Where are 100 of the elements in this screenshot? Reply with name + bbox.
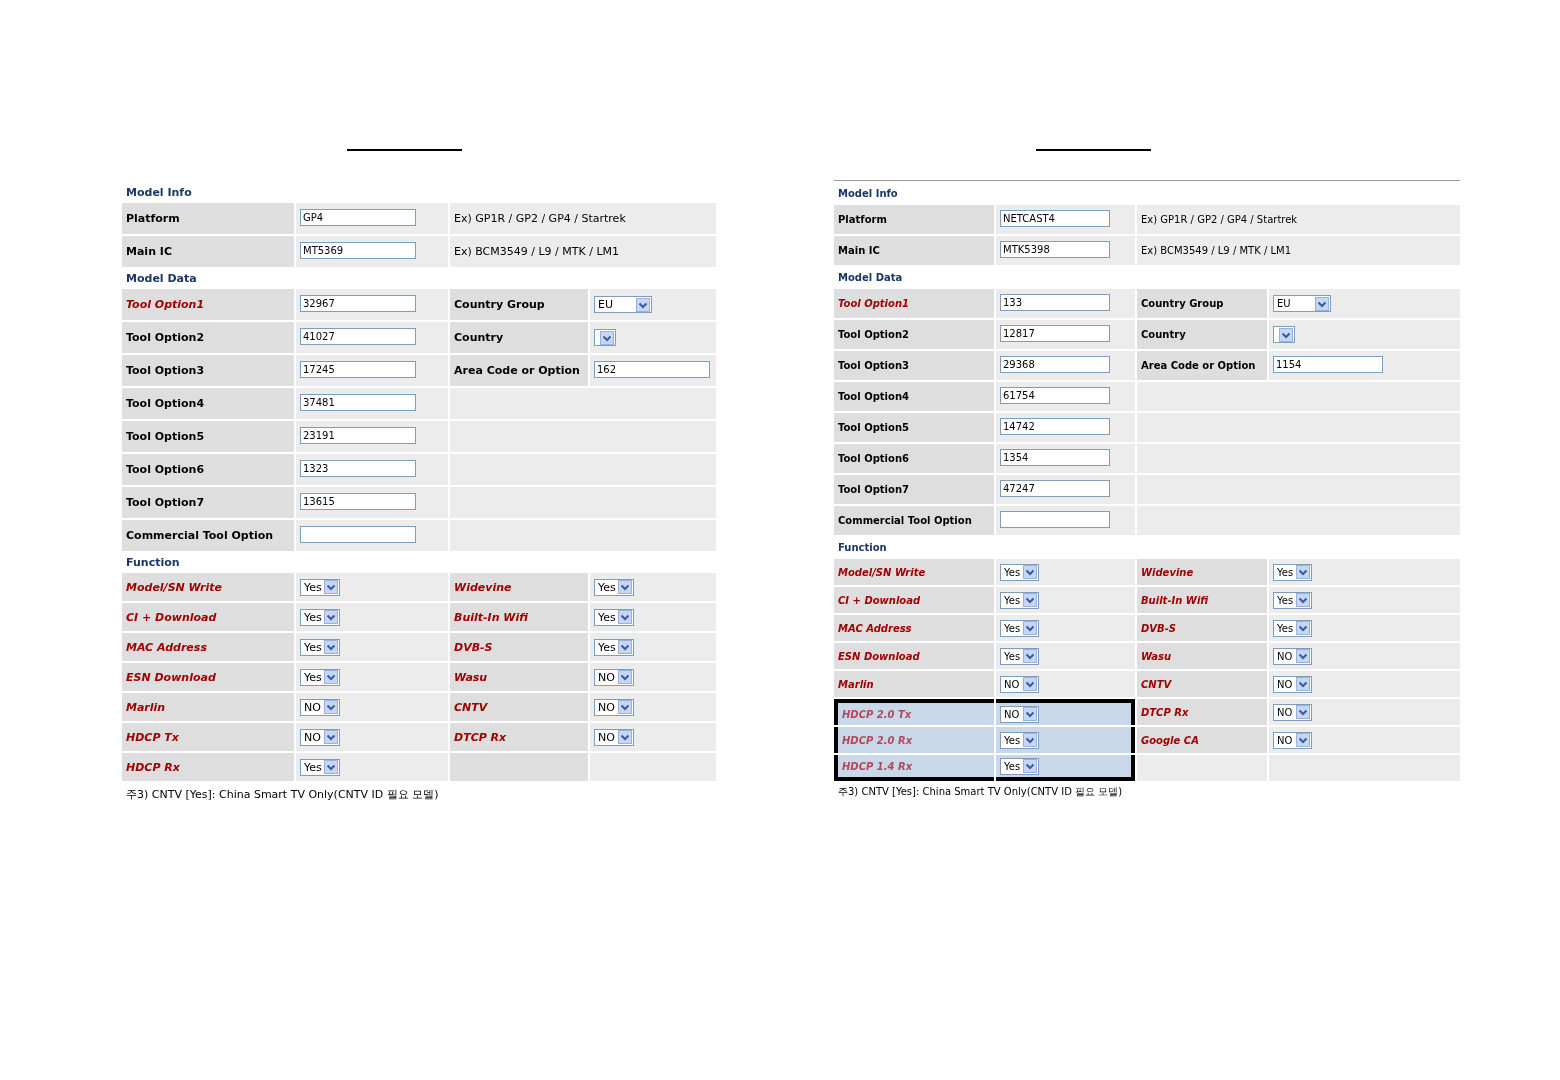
field-label: CNTV xyxy=(450,693,588,721)
dropdown-field[interactable]: NO xyxy=(1273,731,1312,749)
chevron-down-icon xyxy=(636,297,650,312)
text-field[interactable]: MT5369 xyxy=(300,242,416,259)
dropdown-field[interactable]: NO xyxy=(1273,703,1312,721)
dropdown-field[interactable]: NO xyxy=(1273,675,1312,693)
field-label: Country Group xyxy=(1137,289,1267,318)
dropdown-field[interactable]: Yes xyxy=(1273,619,1312,637)
chevron-down-icon xyxy=(324,610,338,624)
dropdown-field[interactable]: NO xyxy=(1273,647,1312,665)
dropdown-field[interactable]: NO xyxy=(1000,705,1039,723)
dropdown-field[interactable]: Yes xyxy=(1000,731,1039,749)
field-label: Area Code or Option xyxy=(1137,351,1267,380)
field-label: Tool Option6 xyxy=(122,454,294,485)
field-label: MAC Address xyxy=(834,615,994,641)
field-label: Google CA xyxy=(1137,727,1267,753)
field-label: Built-In Wifi xyxy=(450,603,588,631)
text-field[interactable]: 133 xyxy=(1000,294,1110,311)
hint-text: Ex) GP1R / GP2 / GP4 / Startrek xyxy=(454,212,626,225)
text-field[interactable] xyxy=(1000,511,1110,528)
field-label: Marlin xyxy=(834,671,994,697)
field-label: Marlin xyxy=(122,693,294,721)
dropdown-field[interactable]: Yes xyxy=(594,638,634,656)
dropdown-field[interactable]: NO xyxy=(594,728,634,746)
dropdown-field[interactable]: EU xyxy=(594,296,652,313)
chevron-down-icon xyxy=(1023,593,1037,607)
field-label: Tool Option4 xyxy=(122,388,294,419)
text-field[interactable]: NETCAST4 xyxy=(1000,210,1110,227)
text-field[interactable]: 47247 xyxy=(1000,480,1110,497)
section-heading: Model Info xyxy=(837,186,899,201)
dropdown-field[interactable]: Yes xyxy=(1000,591,1039,609)
field-label: Built-In Wifi xyxy=(1137,587,1267,613)
footnote-text: 주3) CNTV [Yes]: China Smart TV Only(CNTV ID 필요 모델) xyxy=(125,787,440,803)
field-label: Tool Option1 xyxy=(122,289,294,320)
chevron-down-icon xyxy=(1296,649,1310,663)
text-field[interactable]: 14742 xyxy=(1000,418,1110,435)
text-field[interactable]: 61754 xyxy=(1000,387,1110,404)
field-label: Platform xyxy=(122,203,294,234)
dropdown-field[interactable] xyxy=(1273,326,1295,343)
dropdown-field[interactable]: Yes xyxy=(300,578,340,596)
text-field[interactable] xyxy=(300,526,416,543)
dropdown-field[interactable]: Yes xyxy=(300,668,340,686)
dropdown-field[interactable]: Yes xyxy=(594,608,634,626)
text-field[interactable]: 162 xyxy=(594,361,710,378)
hint-text: Ex) BCM3549 / L9 / MTK / LM1 xyxy=(1141,245,1292,256)
text-field[interactable]: 41027 xyxy=(300,328,416,345)
chevron-down-icon xyxy=(1023,649,1037,663)
field-label: Tool Option2 xyxy=(122,322,294,353)
dropdown-field[interactable]: Yes xyxy=(1000,757,1039,775)
chevron-down-icon xyxy=(618,580,632,594)
text-field[interactable]: 29368 xyxy=(1000,356,1110,373)
field-label: HDCP 2.0 Tx xyxy=(834,699,994,725)
field-label: Tool Option3 xyxy=(122,355,294,386)
field-label: DTCP Rx xyxy=(450,723,588,751)
text-field[interactable]: 17245 xyxy=(300,361,416,378)
field-label: MAC Address xyxy=(122,633,294,661)
chevron-down-icon xyxy=(1296,677,1310,691)
dropdown-field[interactable]: NO xyxy=(594,668,634,686)
field-label: Tool Option2 xyxy=(834,320,994,349)
text-field[interactable]: 12817 xyxy=(1000,325,1110,342)
text-field[interactable]: 1354 xyxy=(1000,449,1110,466)
text-field[interactable]: 1323 xyxy=(300,460,416,477)
chevron-down-icon xyxy=(618,670,632,684)
field-label: DVB-S xyxy=(1137,615,1267,641)
hint-text: Ex) GP1R / GP2 / GP4 / Startrek xyxy=(1141,214,1298,225)
field-label: HDCP 2.0 Rx xyxy=(834,727,994,753)
dropdown-field[interactable]: Yes xyxy=(300,638,340,656)
field-label: Tool Option1 xyxy=(834,289,994,318)
dropdown-field[interactable]: Yes xyxy=(1000,563,1039,581)
text-field[interactable]: 13615 xyxy=(300,493,416,510)
field-label: Widevine xyxy=(450,573,588,601)
chevron-down-icon xyxy=(324,700,338,714)
hint-text: Ex) BCM3549 / L9 / MTK / LM1 xyxy=(454,245,620,258)
dropdown-field[interactable]: Yes xyxy=(300,608,340,626)
field-label: Tool Option7 xyxy=(834,475,994,504)
chevron-down-icon xyxy=(618,610,632,624)
field-label: ESN Download xyxy=(834,643,994,669)
dropdown-field[interactable]: NO xyxy=(594,698,634,716)
dropdown-field[interactable]: EU xyxy=(1273,295,1331,312)
dropdown-field[interactable]: NO xyxy=(300,698,340,716)
field-label: Widevine xyxy=(1137,559,1267,585)
text-field[interactable]: GP4 xyxy=(300,209,416,226)
dropdown-field[interactable]: Yes xyxy=(594,578,634,596)
chevron-down-icon xyxy=(1023,707,1037,721)
chevron-down-icon xyxy=(618,700,632,714)
text-field[interactable]: 1154 xyxy=(1273,356,1383,373)
chevron-down-icon xyxy=(1023,759,1037,773)
dropdown-field[interactable]: Yes xyxy=(300,758,340,776)
dropdown-field[interactable]: Yes xyxy=(1273,591,1312,609)
dropdown-field[interactable]: NO xyxy=(1000,675,1039,693)
dropdown-field[interactable] xyxy=(594,329,616,346)
text-field[interactable]: 37481 xyxy=(300,394,416,411)
dropdown-field[interactable]: Yes xyxy=(1273,563,1312,581)
dropdown-field[interactable]: NO xyxy=(300,728,340,746)
dropdown-field[interactable]: Yes xyxy=(1000,619,1039,637)
field-label: Tool Option7 xyxy=(122,487,294,518)
text-field[interactable]: MTK5398 xyxy=(1000,241,1110,258)
dropdown-field[interactable]: Yes xyxy=(1000,647,1039,665)
text-field[interactable]: 23191 xyxy=(300,427,416,444)
text-field[interactable]: 32967 xyxy=(300,295,416,312)
